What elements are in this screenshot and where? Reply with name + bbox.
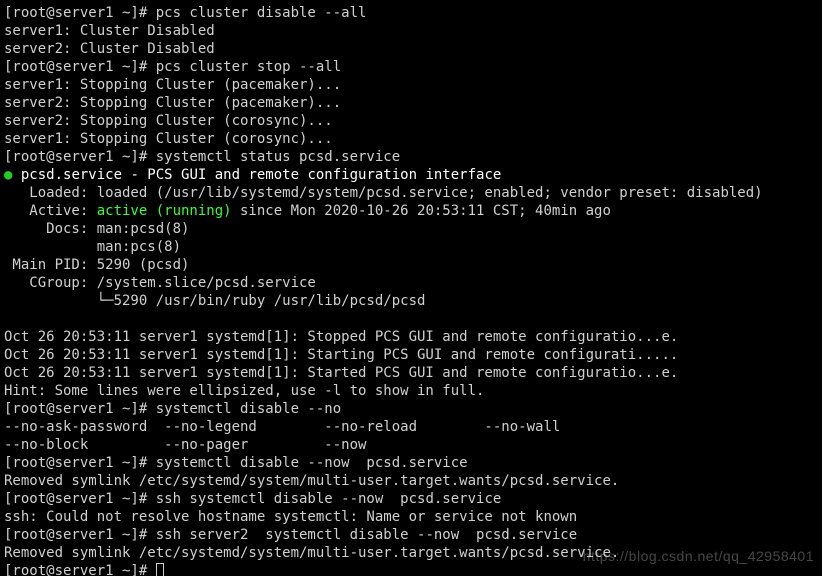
shell-prompt: [root@server1 ~]# — [4, 455, 156, 471]
service-title: pcsd.service - PCS GUI and remote config… — [12, 167, 501, 183]
output-line: server1: Stopping Cluster (pacemaker)... — [4, 77, 341, 93]
main-pid-line: Main PID: 5290 (pcsd) — [4, 257, 189, 273]
command-text: pcs cluster disable --all — [156, 5, 367, 21]
shell-prompt: [root@server1 ~]# — [4, 491, 156, 507]
journal-line: Oct 26 20:53:11 server1 systemd[1]: Stop… — [4, 329, 678, 345]
shell-prompt: [root@server1 ~]# — [4, 527, 156, 543]
output-line: server2: Cluster Disabled — [4, 41, 215, 57]
output-line: server2: Stopping Cluster (pacemaker)... — [4, 95, 341, 111]
shell-prompt: [root@server1 ~]# — [4, 59, 156, 75]
tab-completion-line: --no-ask-password --no-legend --no-reloa… — [4, 419, 560, 435]
command-text: ssh server2 systemctl disable --now pcsd… — [156, 527, 577, 543]
output-line: server1: Stopping Cluster (corosync)... — [4, 131, 333, 147]
journal-line: Oct 26 20:53:11 server1 systemd[1]: Star… — [4, 365, 678, 381]
command-text: systemctl status pcsd.service — [156, 149, 400, 165]
journal-line: Oct 26 20:53:11 server1 systemd[1]: Star… — [4, 347, 678, 363]
terminal-output[interactable]: [root@server1 ~]# pcs cluster disable --… — [0, 0, 822, 576]
error-line: ssh: Could not resolve hostname systemct… — [4, 509, 577, 525]
command-text: ssh systemctl disable --now pcsd.service — [156, 491, 502, 507]
output-line: Removed symlink /etc/systemd/system/mult… — [4, 545, 619, 561]
output-line: server2: Stopping Cluster (corosync)... — [4, 113, 333, 129]
active-label: Active: — [4, 203, 97, 219]
shell-prompt: [root@server1 ~]# — [4, 149, 156, 165]
cgroup-line: CGroup: /system.slice/pcsd.service — [4, 275, 316, 291]
shell-prompt: [root@server1 ~]# — [4, 563, 156, 576]
command-text: pcs cluster stop --all — [156, 59, 341, 75]
active-state: active (running) — [97, 203, 232, 219]
shell-prompt: [root@server1 ~]# — [4, 5, 156, 21]
loaded-line: Loaded: loaded (/usr/lib/systemd/system/… — [4, 185, 763, 201]
command-text: systemctl disable --no — [156, 401, 341, 417]
command-text: systemctl disable --now pcsd.service — [156, 455, 468, 471]
output-line: Removed symlink /etc/systemd/system/mult… — [4, 473, 619, 489]
cgroup-child-line: └─5290 /usr/bin/ruby /usr/lib/pcsd/pcsd — [4, 293, 425, 309]
tab-completion-line: --no-block --no-pager --now — [4, 437, 366, 453]
shell-prompt: [root@server1 ~]# — [4, 401, 156, 417]
active-since: since Mon 2020-10-26 20:53:11 CST; 40min… — [232, 203, 611, 219]
hint-line: Hint: Some lines were ellipsized, use -l… — [4, 383, 484, 399]
docs-line: Docs: man:pcsd(8) — [4, 221, 189, 237]
output-line: server1: Cluster Disabled — [4, 23, 215, 39]
cursor-icon — [156, 563, 164, 576]
docs-line: man:pcs(8) — [4, 239, 181, 255]
